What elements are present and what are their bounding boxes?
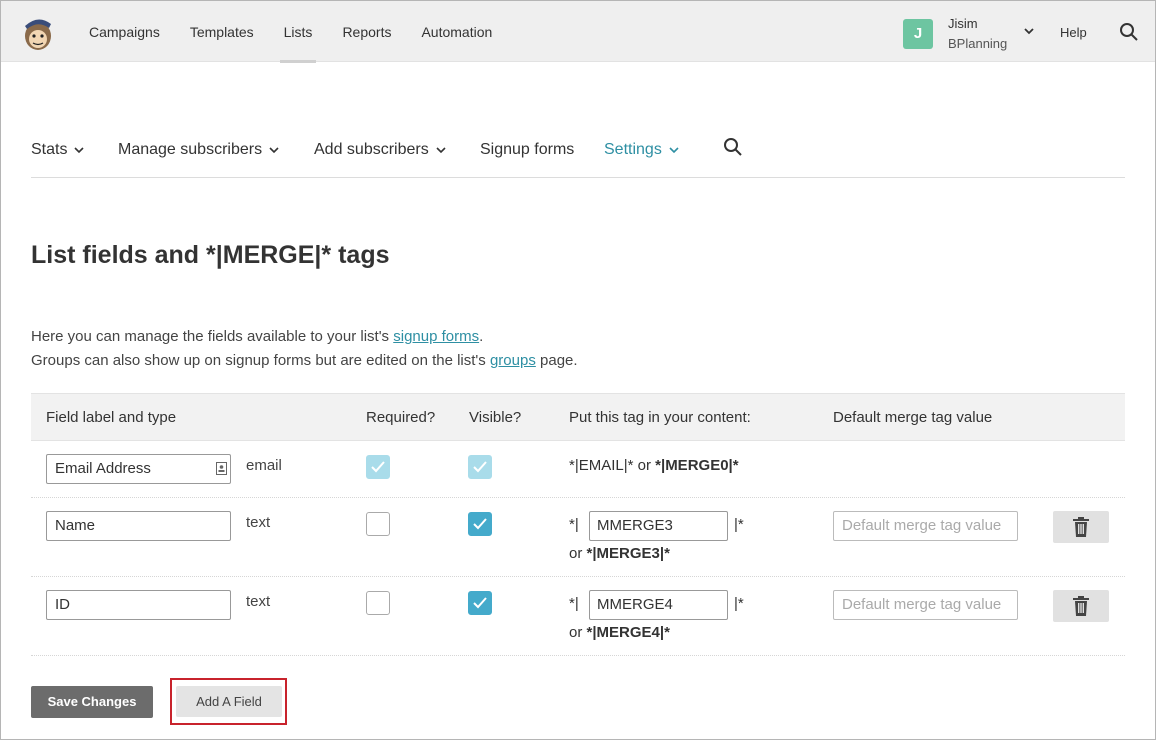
header-tag: Put this tag in your content: — [569, 409, 751, 426]
visible-checkbox[interactable] — [468, 512, 492, 536]
nav-reports[interactable]: Reports — [342, 1, 391, 62]
description: Here you can manage the fields available… — [31, 328, 578, 369]
signup-forms-link[interactable]: signup forms — [393, 328, 479, 345]
search-icon[interactable] — [723, 137, 743, 157]
user-name[interactable]: Jisim — [948, 16, 978, 31]
merge-tag-alt: or *|MERGE3|* — [569, 545, 670, 562]
table-row: Name text *| MMERGE3 |* or *|MERGE3|* De… — [31, 498, 1125, 577]
contact-card-icon — [216, 462, 227, 475]
trash-icon — [1073, 517, 1089, 537]
default-value-input[interactable]: Default merge tag value — [833, 590, 1018, 620]
highlight-box: Add A Field — [170, 678, 287, 725]
mailchimp-logo-icon[interactable] — [21, 14, 55, 52]
merge-tag-input[interactable]: MMERGE4 — [589, 590, 728, 620]
merge-tag-close: |* — [734, 595, 744, 612]
chevron-down-icon — [436, 147, 446, 154]
add-field-button[interactable]: Add A Field — [176, 686, 282, 717]
table-header: Field label and type Required? Visible? … — [31, 393, 1125, 441]
fields-table: Field label and type Required? Visible? … — [31, 393, 1125, 656]
chevron-down-icon — [669, 147, 679, 154]
merge-tag-alt: or *|MERGE4|* — [569, 624, 670, 641]
top-navigation-bar: Campaigns Templates Lists Reports Automa… — [1, 1, 1155, 63]
name-field-label-input[interactable]: Name — [46, 511, 231, 541]
search-icon[interactable] — [1119, 22, 1139, 42]
merge-tag-open: *| — [569, 595, 579, 612]
chevron-down-icon[interactable] — [1023, 25, 1035, 37]
visible-checkbox — [468, 455, 492, 479]
required-checkbox[interactable] — [366, 512, 390, 536]
nav-templates[interactable]: Templates — [190, 1, 254, 62]
visible-checkbox[interactable] — [468, 591, 492, 615]
subnav-stats[interactable]: Stats — [31, 141, 85, 159]
header-visible: Visible? — [469, 409, 522, 426]
chevron-down-icon — [269, 147, 279, 154]
header-field-label: Field label and type — [46, 409, 177, 426]
field-type: text — [246, 514, 271, 531]
header-default-value: Default merge tag value — [833, 409, 993, 426]
merge-tag-input[interactable]: MMERGE3 — [589, 511, 728, 541]
subnav-signup-forms[interactable]: Signup forms — [480, 141, 574, 159]
nav-automation[interactable]: Automation — [421, 1, 492, 62]
header-required: Required? — [366, 409, 436, 426]
field-type: text — [246, 593, 271, 610]
field-type: email — [246, 457, 282, 474]
list-subnav: Stats Manage subscribers Add subscribers… — [31, 133, 1125, 178]
merge-tag-close: |* — [734, 516, 744, 533]
subnav-add-subscribers[interactable]: Add subscribers — [314, 141, 446, 159]
help-link[interactable]: Help — [1060, 25, 1087, 40]
required-checkbox[interactable] — [366, 591, 390, 615]
subnav-manage-subscribers[interactable]: Manage subscribers — [118, 141, 279, 159]
nav-lists[interactable]: Lists — [279, 1, 317, 63]
merge-tag-open: *| — [569, 516, 579, 533]
user-organization[interactable]: BPlanning — [948, 36, 1007, 51]
email-field-label-input[interactable]: Email Address — [46, 454, 231, 484]
delete-field-button[interactable] — [1053, 590, 1109, 622]
merge-tag-text: *|EMAIL|* or *|MERGE0|* — [569, 457, 739, 474]
page-title: List fields and *|MERGE|* tags — [31, 241, 390, 269]
required-checkbox — [366, 455, 390, 479]
groups-link[interactable]: groups — [490, 352, 536, 369]
subnav-settings[interactable]: Settings — [604, 141, 679, 159]
default-value-input[interactable]: Default merge tag value — [833, 511, 1018, 541]
table-row: ID text *| MMERGE4 |* or *|MERGE4|* Defa… — [31, 577, 1125, 656]
chevron-down-icon — [74, 147, 85, 154]
id-field-label-input[interactable]: ID — [46, 590, 231, 620]
save-changes-button[interactable]: Save Changes — [31, 686, 153, 718]
avatar[interactable]: J — [903, 19, 933, 49]
table-row: Email Address email *|EMAIL|* or *|MERGE… — [31, 441, 1125, 498]
delete-field-button[interactable] — [1053, 511, 1109, 543]
trash-icon — [1073, 596, 1089, 616]
nav-campaigns[interactable]: Campaigns — [89, 1, 160, 62]
main-nav: Campaigns Templates Lists Reports Automa… — [89, 1, 522, 63]
